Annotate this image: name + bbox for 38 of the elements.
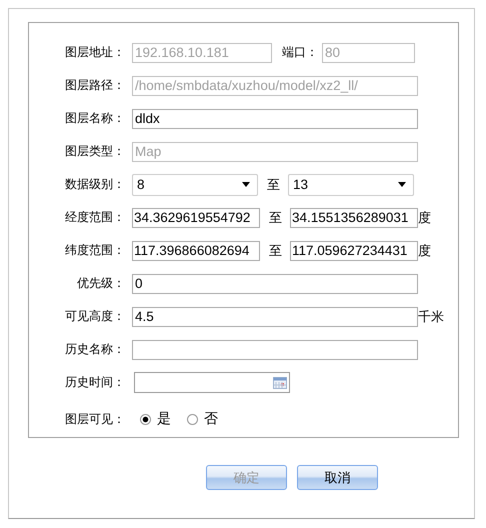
unit-label: 千米 bbox=[418, 308, 444, 326]
field-label: 图层路径： bbox=[64, 77, 126, 94]
input-field[interactable]: dldx bbox=[132, 108, 418, 128]
caret-icon bbox=[398, 182, 406, 187]
field-label: 图层可见： bbox=[64, 410, 126, 428]
field-label: 端口： bbox=[282, 44, 318, 61]
input-field[interactable]: 117.059627234431 bbox=[290, 240, 418, 260]
field-label: 图层类型： bbox=[64, 143, 126, 160]
dropdown[interactable]: 8 bbox=[132, 174, 258, 196]
calendar-icon bbox=[273, 376, 287, 388]
option-label: 否 bbox=[204, 410, 218, 428]
separator-label: 至 bbox=[267, 176, 280, 194]
separator-label: 至 bbox=[269, 210, 282, 226]
radio-button[interactable] bbox=[187, 414, 198, 424]
option-label: 是 bbox=[157, 410, 171, 428]
radio-button[interactable] bbox=[140, 414, 151, 424]
input-field[interactable]: 34.1551356289031 bbox=[290, 208, 418, 228]
dropdown[interactable]: 13 bbox=[288, 174, 414, 196]
separator-label: 至 bbox=[269, 242, 282, 260]
input-field[interactable]: 117.396866082694 bbox=[132, 240, 260, 260]
input-field[interactable]: 34.3629619554792 bbox=[132, 208, 260, 228]
field-label: 数据级别： bbox=[64, 176, 126, 193]
field-label: 历史时间： bbox=[64, 374, 126, 391]
input-field[interactable]: 0 bbox=[132, 274, 418, 294]
input-field[interactable]: 4.5 bbox=[132, 306, 418, 326]
field-label: 经度范围： bbox=[64, 209, 126, 226]
unit-label: 度 bbox=[418, 210, 431, 226]
field-label: 优先级： bbox=[76, 275, 126, 292]
field-label: 图层名称： bbox=[64, 110, 126, 127]
field-label: 历史名称： bbox=[64, 341, 126, 358]
caret-icon bbox=[242, 182, 250, 187]
field-label: 纬度范围： bbox=[64, 242, 126, 259]
date-field[interactable] bbox=[134, 372, 290, 393]
field-label: 图层地址： bbox=[64, 44, 126, 61]
field-label: 可见高度： bbox=[64, 308, 126, 325]
input-field[interactable] bbox=[132, 340, 418, 360]
unit-label: 度 bbox=[418, 242, 431, 260]
cancel-button[interactable]: 取消 bbox=[297, 465, 378, 490]
